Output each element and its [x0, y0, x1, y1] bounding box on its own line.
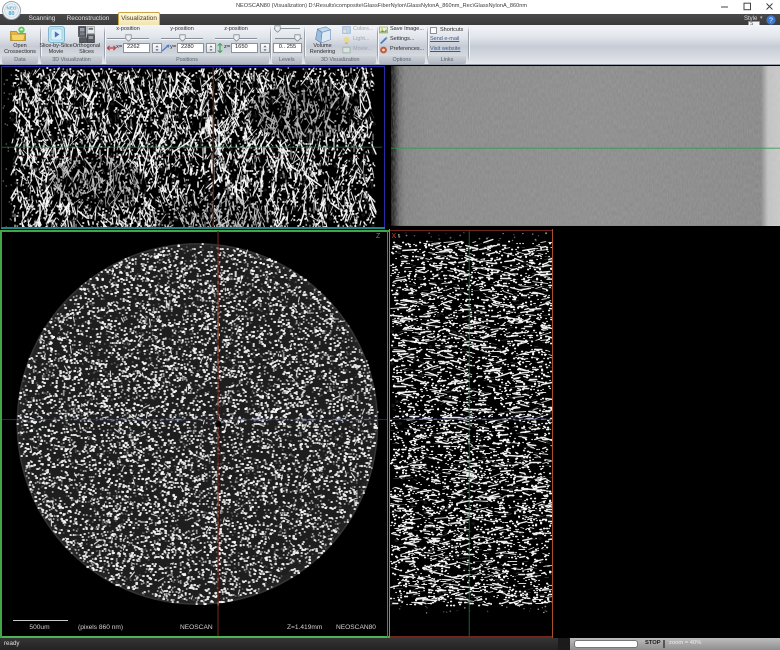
svg-text:NEO: NEO	[7, 5, 17, 10]
svg-text:?: ?	[769, 17, 773, 24]
svg-text:80: 80	[9, 11, 15, 17]
